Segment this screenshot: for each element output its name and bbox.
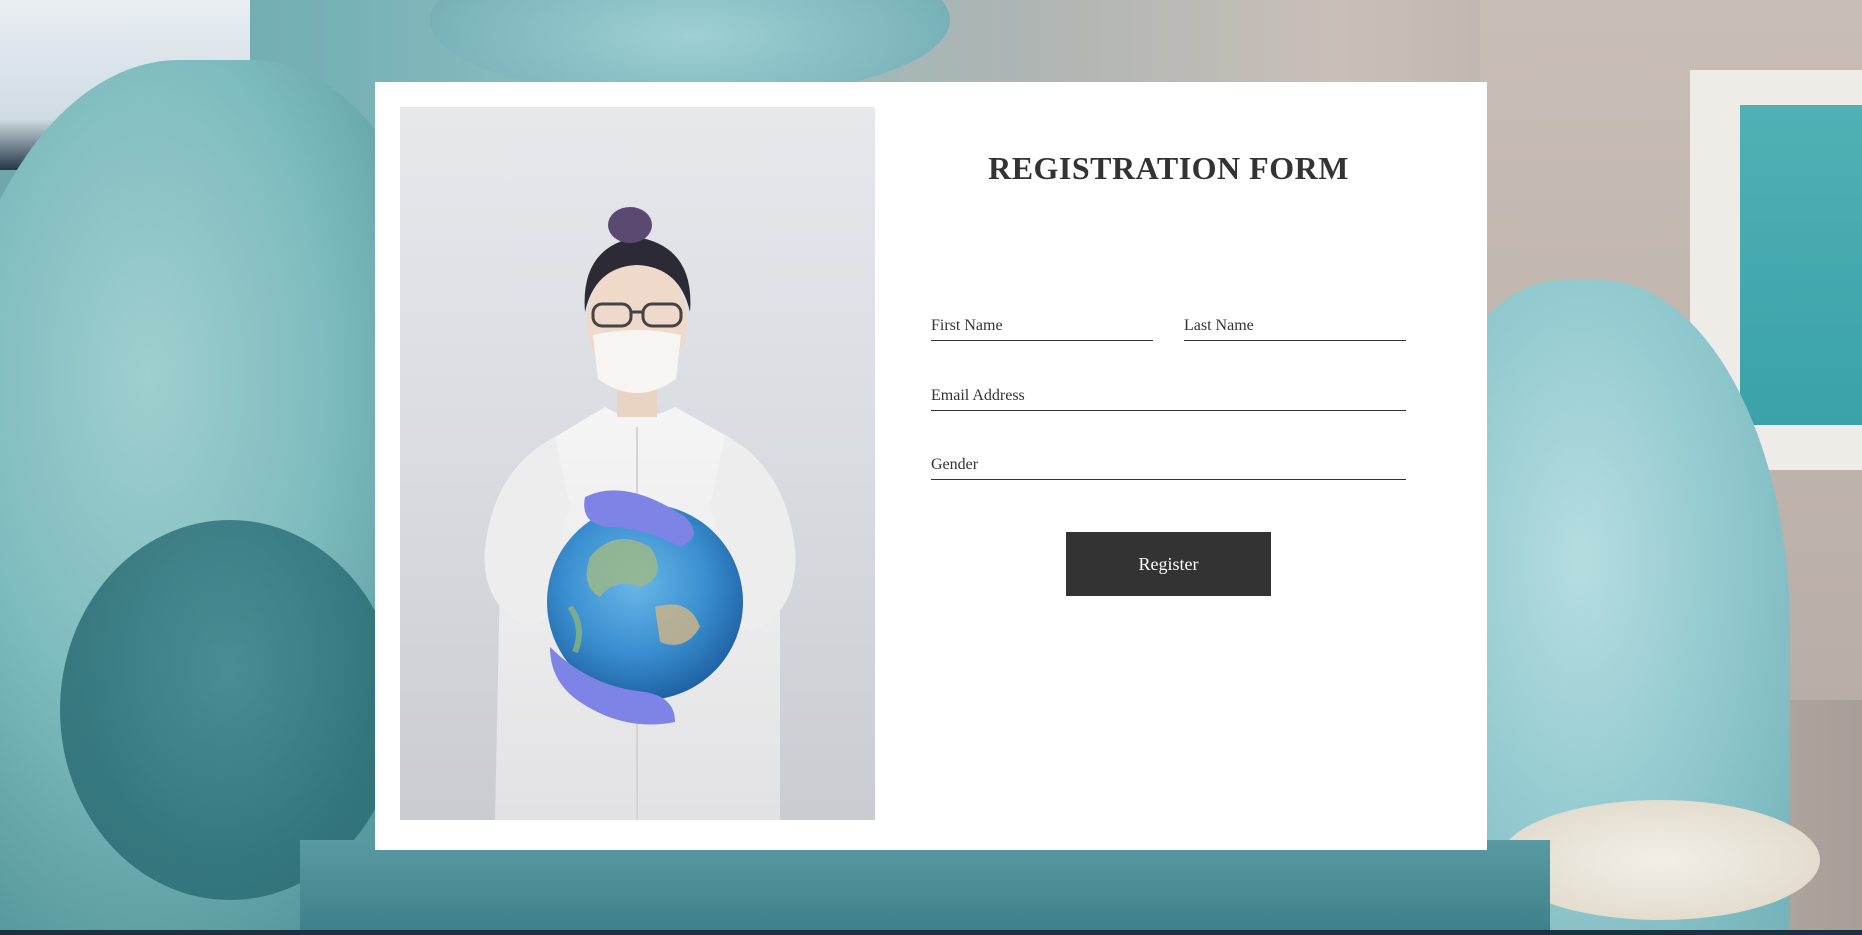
doctor-with-globe-image [400, 107, 875, 820]
background-drape [300, 840, 1550, 935]
last-name-input[interactable] [1184, 308, 1406, 340]
doctor-illustration [484, 207, 796, 820]
background-bottom-bar [0, 930, 1862, 935]
form-title: REGISTRATION FORM [988, 150, 1349, 186]
first-name-input[interactable] [931, 308, 1153, 340]
gender-input[interactable] [931, 447, 1406, 479]
email-input[interactable] [931, 378, 1406, 410]
register-button[interactable]: Register [1066, 532, 1271, 596]
first-name-field [931, 308, 1153, 341]
registration-form: REGISTRATION FORM Register [931, 82, 1406, 850]
last-name-field [1184, 308, 1406, 341]
email-field [931, 378, 1406, 411]
registration-card: REGISTRATION FORM Register [375, 82, 1487, 850]
background-window-glass [1740, 105, 1862, 425]
gender-field [931, 447, 1406, 480]
